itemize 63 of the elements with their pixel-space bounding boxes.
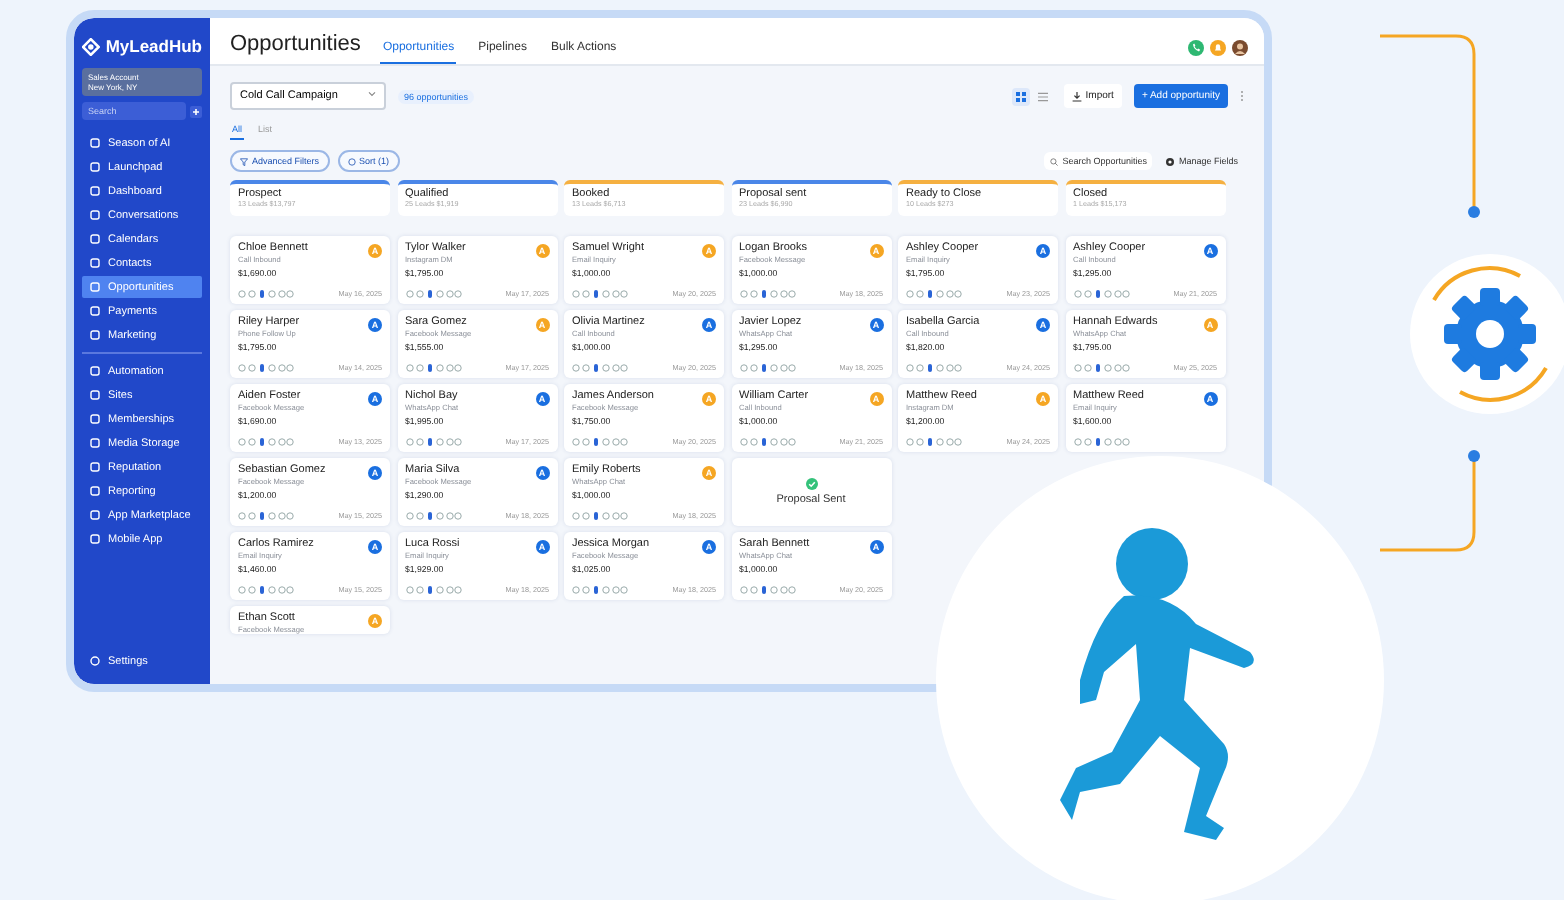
- square-icon: [90, 438, 100, 448]
- action-icons-drawing: [405, 364, 461, 372]
- bell-icon[interactable]: [1210, 39, 1226, 55]
- square-icon: [90, 366, 100, 376]
- square-icon: [90, 162, 100, 172]
- list-view-button[interactable]: [1033, 87, 1052, 105]
- action-icons-drawing: [906, 290, 962, 298]
- square-icon: [90, 306, 100, 316]
- action-icons-drawing: [739, 364, 795, 372]
- action-icons-drawing: [739, 290, 795, 298]
- square-icon: [90, 486, 100, 496]
- plus-icon[interactable]: [190, 105, 202, 117]
- page-title: Opportunities: [230, 32, 361, 60]
- gear-icon: [1166, 157, 1175, 165]
- connector-line: [1380, 460, 1476, 552]
- action-icons-drawing: [238, 512, 294, 520]
- connector-dot: [1468, 206, 1480, 218]
- gear-icon: [1410, 254, 1564, 414]
- circle-icon: [347, 157, 356, 165]
- action-icons-drawing: [739, 438, 795, 446]
- brand-logo: MyLeadHub: [105, 36, 202, 56]
- grid-view-button[interactable]: [1011, 87, 1030, 105]
- search-icon: [1050, 157, 1059, 165]
- action-icons-drawing: [906, 364, 962, 372]
- action-icons-drawing: [1073, 364, 1129, 372]
- chevron-down-icon: [368, 90, 376, 98]
- action-icons-drawing: [405, 512, 461, 520]
- square-icon: [90, 186, 100, 196]
- square-icon: [90, 138, 100, 148]
- action-icons-drawing: [739, 586, 795, 594]
- action-icons-drawing: [906, 438, 962, 446]
- square-icon: [90, 282, 100, 292]
- gear-icon: [90, 656, 100, 666]
- connector-dot: [1468, 450, 1480, 462]
- square-icon: [90, 330, 100, 340]
- action-icons-drawing: [1073, 438, 1129, 446]
- action-icons-drawing: [238, 586, 294, 594]
- logo-icon: [82, 37, 100, 55]
- action-icons-drawing: [572, 290, 628, 298]
- action-icons-drawing: [572, 438, 628, 446]
- action-icons-drawing: [238, 438, 294, 446]
- square-icon: [90, 210, 100, 220]
- action-icons-drawing: [405, 290, 461, 298]
- action-icons-drawing: [238, 290, 294, 298]
- square-icon: [90, 234, 100, 244]
- action-icons-drawing: [572, 512, 628, 520]
- avatar-icon[interactable]: [1232, 39, 1248, 55]
- action-icons-drawing: [572, 586, 628, 594]
- square-icon: [90, 462, 100, 472]
- square-icon: [90, 510, 100, 520]
- action-icons-drawing: [405, 438, 461, 446]
- check-icon: [805, 478, 817, 490]
- square-icon: [90, 534, 100, 544]
- square-icon: [90, 390, 100, 400]
- action-icons-drawing: [405, 586, 461, 594]
- action-icons-drawing: [572, 364, 628, 372]
- action-icons-drawing: [238, 364, 294, 372]
- filter-icon: [240, 157, 248, 165]
- square-icon: [90, 258, 100, 268]
- action-icons-drawing: [1073, 290, 1129, 298]
- download-icon: [1071, 91, 1082, 101]
- square-icon: [90, 414, 100, 424]
- phone-icon[interactable]: [1188, 39, 1204, 55]
